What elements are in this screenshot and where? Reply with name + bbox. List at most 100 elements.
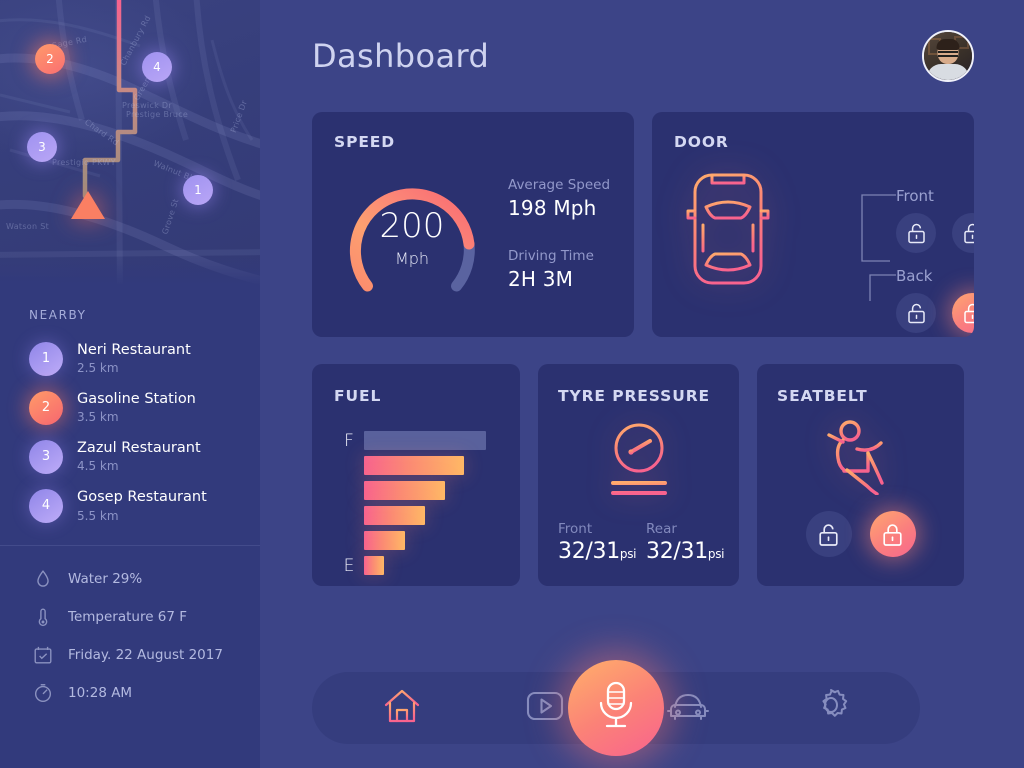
average-speed-value: 198 Mph (508, 196, 597, 220)
fuel-bar-row: E (334, 555, 498, 576)
video-icon (525, 689, 565, 727)
door-lock-back-right[interactable] (952, 293, 974, 333)
nearby-distance: 2.5 km (77, 361, 119, 376)
cards-row-1: SPEED 200 Mph Average Speed 198 Mph Driv… (312, 112, 974, 337)
list-item[interactable]: 1 Neri Restaurant 2.5 km (0, 334, 260, 383)
seatbelt-locks (777, 511, 944, 557)
map-panel[interactable]: Sage Rd Chanbury Rd Greenbat Preswick Dr… (0, 0, 260, 290)
calendar-icon (32, 644, 54, 666)
driving-time-value: 2H 3M (508, 267, 574, 291)
driving-time-label: Driving Time (508, 248, 594, 264)
water-drop-icon (32, 568, 54, 590)
door-back-locks (896, 293, 974, 333)
tyre-rear-number: 32/31 (646, 539, 708, 564)
nav-microphone-button[interactable] (568, 660, 664, 756)
tyre-rear-value: 32/31psi (646, 539, 725, 564)
nearby-name: Gosep Restaurant (77, 489, 207, 506)
nav-video[interactable] (518, 681, 572, 735)
tyre-front-number: 32/31 (558, 539, 620, 564)
nearby-title: NEARBY (29, 308, 87, 322)
status-label: Temperature 67 F (68, 608, 188, 625)
pressure-gauge-icon (558, 421, 719, 499)
map-pin-4[interactable]: 4 (142, 52, 172, 82)
tyre-front-value: 32/31psi (558, 539, 646, 564)
map-pin-1[interactable]: 1 (183, 175, 213, 205)
door-lock-back-left[interactable] (896, 293, 936, 333)
card-fuel[interactable]: FUEL F E (312, 364, 520, 586)
list-item[interactable]: 4 Gosep Restaurant 5.5 km (0, 481, 260, 530)
fuel-bars: F E (334, 430, 498, 576)
speed-stats: Average Speed 198 Mph Driving Time 2H 3M (508, 177, 610, 291)
map-pin-3[interactable]: 3 (27, 132, 57, 162)
card-title-fuel: FUEL (334, 387, 382, 405)
door-lock-front-left[interactable] (896, 213, 936, 253)
door-front-locks (896, 213, 974, 253)
door-back-label: Back (896, 267, 933, 285)
status-label: 10:28 AM (68, 684, 133, 701)
thermometer-icon (32, 606, 54, 628)
speed-value: 200 (379, 206, 445, 246)
sidebar: Sage Rd Chanbury Rd Greenbat Preswick Dr… (0, 0, 260, 768)
card-title-seatbelt: SEATBELT (777, 387, 868, 405)
card-tyre-pressure[interactable]: TYRE PRESSURE Front 32/31psi Rear 32/31p… (538, 364, 739, 586)
nearby-distance: 3.5 km (77, 410, 119, 425)
door-front-label: Front (896, 187, 934, 205)
fuel-bar-row (334, 481, 498, 500)
speed-gauge: 200 Mph (336, 165, 488, 307)
nav-home[interactable] (375, 681, 429, 735)
fuel-bar-0 (364, 431, 486, 450)
current-location-marker (71, 191, 105, 219)
seatbelt-lock-right[interactable] (869, 511, 916, 557)
tyre-front: Front 32/31psi (558, 521, 646, 564)
nearby-name: Zazul Restaurant (77, 440, 201, 457)
map-fade (0, 256, 260, 290)
clock-icon (32, 682, 54, 704)
page-header: Dashboard (312, 0, 974, 112)
list-item[interactable]: 2 Gasoline Station 3.5 km (0, 383, 260, 432)
dashboard-app: Sage Rd Chanbury Rd Greenbat Preswick Dr… (0, 0, 1024, 768)
nearby-distance: 5.5 km (77, 508, 119, 523)
tyre-rear: Rear 32/31psi (646, 521, 725, 564)
fuel-bar-row (334, 531, 498, 550)
status-item-time: 10:28 AM (0, 674, 260, 712)
nearby-section: NEARBY 1 Neri Restaurant 2.5 km 2 Gasoli… (0, 290, 260, 531)
fuel-bar-row: F (334, 430, 498, 451)
seatbelt-lock-left[interactable] (805, 511, 852, 557)
home-icon (381, 685, 423, 731)
page-title: Dashboard (312, 37, 490, 75)
status-item-water: Water 29% (0, 560, 260, 598)
nav-settings[interactable] (804, 681, 858, 735)
tyre-front-label: Front (558, 521, 593, 537)
nearby-name: Neri Restaurant (77, 342, 191, 358)
map-pin-2[interactable]: 2 (35, 44, 65, 74)
status-item-temperature: Temperature 67 F (0, 598, 260, 636)
nav-car[interactable] (661, 681, 715, 735)
fuel-bar-row (334, 456, 498, 475)
fuel-empty-label: E (343, 555, 355, 576)
nearby-badge: 3 (29, 439, 63, 474)
nearby-distance: 4.5 km (77, 459, 119, 474)
list-item[interactable]: 3 Zazul Restaurant 4.5 km (0, 432, 260, 481)
fuel-bar-5 (364, 556, 384, 575)
avatar[interactable] (922, 30, 974, 82)
fuel-bar-row (334, 506, 498, 525)
fuel-bar-2 (364, 481, 445, 500)
nearby-badge: 4 (29, 488, 63, 523)
card-title-tyre: TYRE PRESSURE (558, 387, 711, 405)
card-title-door: DOOR (674, 133, 729, 151)
door-lock-front-right[interactable] (952, 213, 974, 253)
bottom-navbar (312, 660, 920, 756)
nearby-name: Gasoline Station (77, 391, 196, 408)
door-connector-lines (800, 191, 896, 305)
average-speed-label: Average Speed (508, 177, 611, 193)
fuel-full-label: F (344, 430, 354, 451)
card-speed[interactable]: SPEED 200 Mph Average Speed 198 Mph Driv… (312, 112, 634, 337)
door-controls: Front Back (896, 187, 974, 337)
card-seatbelt[interactable]: SEATBELT (757, 364, 964, 586)
cards-row-2: FUEL F E TYRE PRESSURE Front 32/31psi Re… (312, 364, 974, 586)
card-door[interactable]: DOOR Front Back (652, 112, 974, 337)
nearby-badge: 2 (29, 390, 63, 425)
speed-unit: Mph (394, 249, 430, 268)
status-label: Water 29% (68, 570, 143, 587)
tyre-rear-unit: psi (707, 547, 725, 561)
